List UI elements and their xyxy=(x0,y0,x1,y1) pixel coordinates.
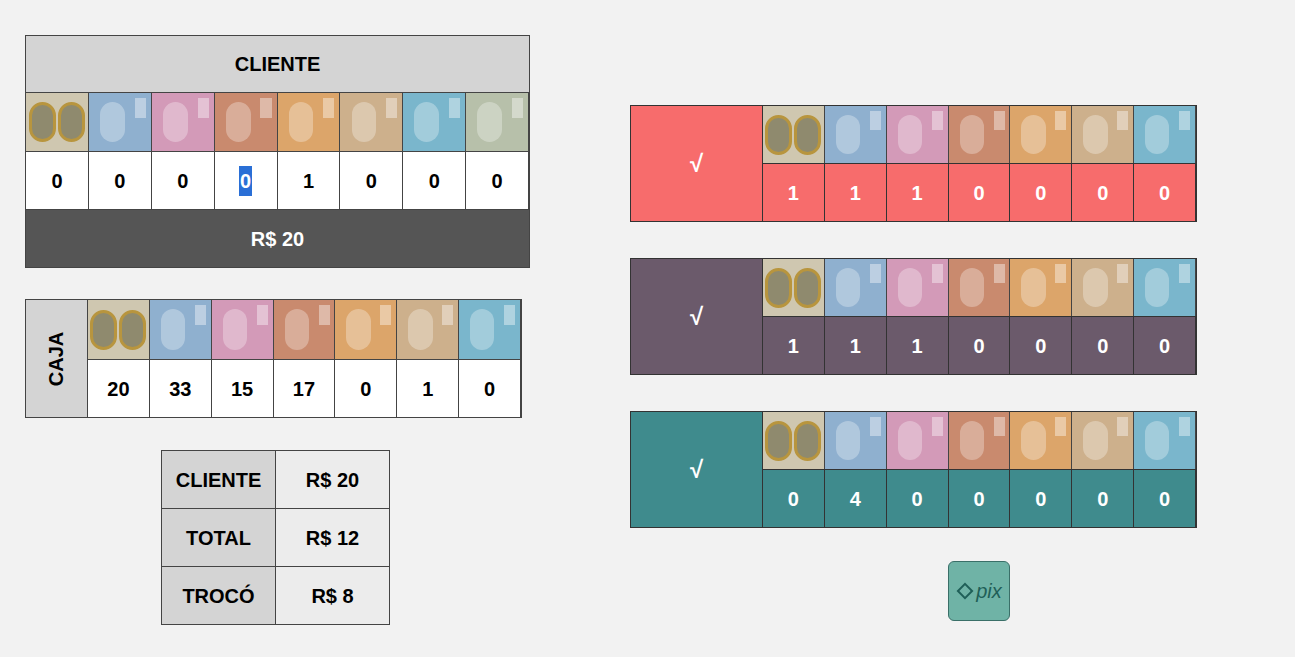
cliente-count-input[interactable]: 0 xyxy=(340,152,403,209)
change-option[interactable]: √0400000 xyxy=(630,411,1197,528)
option-count: 0 xyxy=(887,470,949,527)
option-count: 0 xyxy=(1134,164,1196,221)
banknote-icon xyxy=(825,106,887,163)
option-count: 0 xyxy=(1072,317,1134,374)
cliente-total: R$ 20 xyxy=(26,210,529,267)
banknote-icon xyxy=(887,412,949,469)
banknote-icon xyxy=(274,300,336,359)
banknote-icon xyxy=(1010,106,1072,163)
cliente-panel: CLIENTE00001000R$ 20 xyxy=(25,35,530,268)
caja-panel: CAJA20331517010 xyxy=(25,299,522,418)
cliente-count-input[interactable]: 0 xyxy=(215,152,278,209)
cliente-count-input[interactable]: 0 xyxy=(152,152,215,209)
banknote-icon xyxy=(949,412,1011,469)
caja-count: 1 xyxy=(397,360,459,417)
option-count: 0 xyxy=(949,164,1011,221)
option-count: 1 xyxy=(887,317,949,374)
right-column: √1110000√1110000√0400000pix xyxy=(630,0,1197,657)
cliente-count-input[interactable]: 1 xyxy=(278,152,341,209)
banknote-icon xyxy=(1010,259,1072,316)
option-count: 0 xyxy=(949,317,1011,374)
coin-icon xyxy=(763,412,825,469)
cliente-count-input[interactable]: 0 xyxy=(26,152,89,209)
caja-count: 15 xyxy=(212,360,274,417)
banknote-icon xyxy=(466,93,529,151)
banknote-icon xyxy=(1134,106,1196,163)
summary-row: CLIENTER$ 20 xyxy=(162,451,389,508)
banknote-icon xyxy=(150,300,212,359)
option-count: 1 xyxy=(763,317,825,374)
banknote-icon xyxy=(825,412,887,469)
banknote-icon xyxy=(89,93,152,151)
option-count: 0 xyxy=(763,470,825,527)
caja-count: 17 xyxy=(274,360,336,417)
banknote-icon xyxy=(212,300,274,359)
banknote-icon xyxy=(1134,412,1196,469)
option-count: 0 xyxy=(1134,470,1196,527)
banknote-icon xyxy=(949,259,1011,316)
option-count: 0 xyxy=(949,470,1011,527)
caja-label: CAJA xyxy=(26,300,88,417)
banknote-icon xyxy=(335,300,397,359)
banknote-icon xyxy=(887,106,949,163)
banknote-icon xyxy=(1072,259,1134,316)
left-column: CLIENTE00001000R$ 20CAJA20331517010CLIEN… xyxy=(0,0,530,657)
cliente-count-input[interactable]: 0 xyxy=(89,152,152,209)
banknote-icon xyxy=(403,93,466,151)
cliente-count-input[interactable]: 0 xyxy=(466,152,529,209)
caja-count: 0 xyxy=(335,360,397,417)
summary-table: CLIENTER$ 20TOTALR$ 12TROCÓR$ 8 xyxy=(161,450,390,625)
banknote-icon xyxy=(825,259,887,316)
banknote-icon xyxy=(1072,412,1134,469)
pix-logo-icon xyxy=(956,582,974,600)
banknote-icon xyxy=(949,106,1011,163)
option-count: 0 xyxy=(1072,470,1134,527)
option-check[interactable]: √ xyxy=(631,259,763,374)
banknote-icon xyxy=(215,93,278,151)
option-count: 1 xyxy=(825,317,887,374)
option-count: 0 xyxy=(1072,164,1134,221)
banknote-icon xyxy=(397,300,459,359)
option-count: 0 xyxy=(1134,317,1196,374)
banknote-icon xyxy=(278,93,341,151)
change-option[interactable]: √1110000 xyxy=(630,105,1197,222)
option-count: 0 xyxy=(1010,470,1072,527)
option-count: 0 xyxy=(1010,164,1072,221)
option-count: 1 xyxy=(887,164,949,221)
option-count: 1 xyxy=(825,164,887,221)
banknote-icon xyxy=(1010,412,1072,469)
coin-icon xyxy=(763,106,825,163)
banknote-icon xyxy=(152,93,215,151)
option-count: 4 xyxy=(825,470,887,527)
option-check[interactable]: √ xyxy=(631,106,763,221)
banknote-icon xyxy=(459,300,521,359)
coin-icon xyxy=(26,93,89,151)
cliente-count-input[interactable]: 0 xyxy=(403,152,466,209)
caja-count: 20 xyxy=(88,360,150,417)
summary-row: TOTALR$ 12 xyxy=(162,508,389,566)
summary-row: TROCÓR$ 8 xyxy=(162,566,389,624)
banknote-icon xyxy=(1134,259,1196,316)
coin-icon xyxy=(763,259,825,316)
pix-button[interactable]: pix xyxy=(948,561,1010,621)
app: CLIENTE00001000R$ 20CAJA20331517010CLIEN… xyxy=(0,0,1295,657)
banknote-icon xyxy=(887,259,949,316)
banknote-icon xyxy=(340,93,403,151)
option-count: 0 xyxy=(1010,317,1072,374)
option-count: 1 xyxy=(763,164,825,221)
caja-count: 33 xyxy=(150,360,212,417)
caja-count: 0 xyxy=(459,360,521,417)
cliente-title: CLIENTE xyxy=(26,36,529,93)
coin-icon xyxy=(88,300,150,359)
change-option[interactable]: √1110000 xyxy=(630,258,1197,375)
banknote-icon xyxy=(1072,106,1134,163)
option-check[interactable]: √ xyxy=(631,412,763,527)
